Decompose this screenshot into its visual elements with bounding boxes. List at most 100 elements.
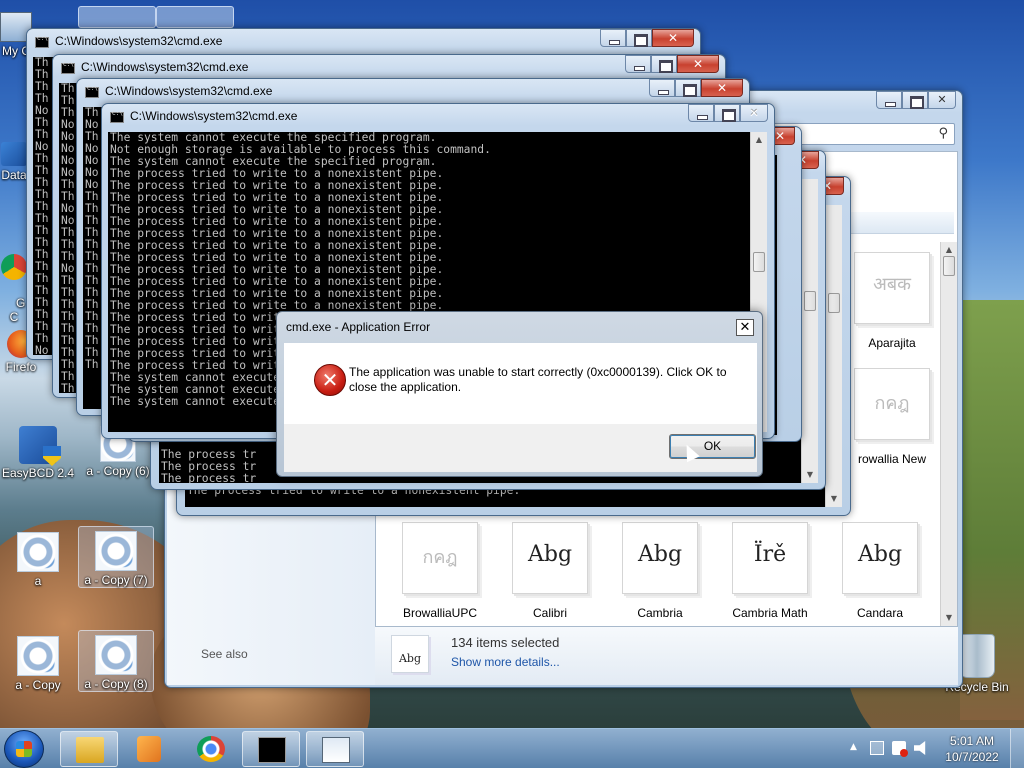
font-item-calibri[interactable]: Abg Calibri	[498, 516, 602, 626]
desktop-icon-a-copy[interactable]: a - Copy	[0, 632, 76, 692]
settings-file-icon	[17, 532, 59, 572]
close-button[interactable]: ✕	[740, 104, 768, 122]
chrome-icon	[197, 736, 225, 762]
font-name: Cambria Math	[732, 606, 808, 620]
network-icon[interactable]	[870, 741, 884, 755]
maximize-button[interactable]	[675, 79, 701, 97]
font-item-cambria-math[interactable]: Ïrě Cambria Math	[718, 516, 822, 626]
font-name: Aparajita	[868, 336, 916, 350]
scroll-down-arrow[interactable]: ▼	[941, 610, 957, 626]
search-icon: ⚲	[938, 126, 948, 141]
clock[interactable]: 5:01 AM 10/7/2022	[942, 733, 1002, 765]
cmd-icon	[35, 35, 49, 48]
desktop-icon-label: EasyBCD 2.4	[1, 466, 75, 480]
font-name: BrowalliaUPC	[402, 606, 478, 620]
taskbar: ▲ 5:01 AM 10/7/2022	[0, 728, 1024, 768]
font-sample: Abg	[857, 542, 903, 567]
window-title: C:\Windows\system32\cmd.exe	[105, 84, 273, 98]
dialog-body: ✕ The application was unable to start co…	[284, 343, 757, 424]
font-item-cambria[interactable]: Abg Cambria	[608, 516, 712, 626]
desktop-icon-a-copy-7[interactable]: a - Copy (7)	[78, 526, 154, 588]
scroll-thumb[interactable]	[804, 291, 816, 311]
tray-chevron-icon[interactable]: ▲	[850, 742, 857, 752]
font-name: Cambria	[637, 606, 683, 620]
taskbar-explorer[interactable]	[60, 731, 118, 767]
desktop-icon-partial[interactable]	[78, 6, 156, 28]
font-item-aparajita[interactable]: अबक Aparajita	[840, 246, 944, 356]
easybcd-icon	[19, 426, 57, 464]
taskbar-window[interactable]	[306, 731, 364, 767]
desktop-icon-label: Firefo	[5, 360, 37, 374]
start-button[interactable]	[4, 730, 44, 768]
window-controls: ✕	[688, 104, 768, 123]
system-tray: ▲ 5:01 AM 10/7/2022	[834, 729, 1024, 768]
minimize-button[interactable]	[625, 55, 651, 73]
error-message: The application was unable to start corr…	[349, 365, 727, 394]
scroll-thumb[interactable]	[828, 293, 840, 313]
maximize-button[interactable]	[626, 29, 652, 47]
close-button[interactable]	[701, 79, 743, 97]
font-name: rowallia New	[857, 452, 927, 466]
desktop-icon-label: a - Copy (8)	[84, 677, 148, 691]
error-icon: ✕	[314, 364, 346, 396]
font-item-browalliaupc[interactable]: กคฎ BrowalliaUPC	[388, 516, 492, 626]
window-controls	[600, 29, 694, 48]
scroll-down-arrow[interactable]: ▼	[802, 467, 818, 483]
maximize-button[interactable]	[902, 91, 928, 109]
dialog-close-button[interactable]: ✕	[736, 319, 754, 336]
close-button[interactable]	[652, 29, 694, 47]
font-item-candara[interactable]: Abg Candara	[828, 516, 932, 626]
taskbar-cmd[interactable]	[242, 731, 300, 767]
desktop-icon-partial[interactable]	[156, 6, 234, 28]
font-sample: กคฎ	[874, 393, 910, 414]
close-button[interactable]	[677, 55, 719, 73]
console-scrollbar[interactable]: ▼	[825, 205, 842, 507]
media-player-icon	[137, 736, 161, 762]
cmd-icon	[85, 85, 99, 98]
console-scrollbar[interactable]: ▼	[801, 179, 818, 483]
font-preview-thumbnail: Abg	[391, 635, 429, 673]
taskbar-chrome[interactable]	[182, 731, 240, 767]
close-button[interactable]: ✕	[928, 91, 956, 109]
action-center-icon[interactable]	[892, 741, 908, 757]
show-desktop-button[interactable]	[1010, 729, 1024, 768]
close-icon: ✕	[739, 320, 751, 335]
warning-badge	[900, 749, 908, 757]
desktop: My C Data G C Firefo EasyBCD 2.4 a - Cop…	[0, 0, 1024, 728]
taskbar-media-player[interactable]	[120, 731, 178, 767]
font-name: Candara	[856, 606, 904, 620]
desktop-icon-label: G C	[9, 296, 26, 324]
font-name: Calibri	[532, 606, 567, 620]
maximize-button[interactable]	[651, 55, 677, 73]
scroll-down-arrow[interactable]: ▼	[826, 491, 842, 507]
scroll-thumb[interactable]	[753, 252, 765, 272]
console-lines: The process tr The process tr The proces…	[161, 448, 257, 484]
clock-date: 10/7/2022	[945, 750, 999, 764]
minimize-button[interactable]	[876, 91, 902, 109]
window-title: C:\Windows\system32\cmd.exe	[81, 60, 249, 74]
minimize-button[interactable]	[649, 79, 675, 97]
desktop-icon-easybcd[interactable]: EasyBCD 2.4	[0, 422, 76, 480]
window-controls	[649, 79, 743, 98]
scroll-up-arrow[interactable]: ▲	[751, 132, 767, 148]
minimize-button[interactable]	[688, 104, 714, 122]
show-more-details-link[interactable]: Show more details...	[451, 655, 560, 669]
shortcut-icon	[1, 142, 27, 166]
titlebar[interactable]: C:\Windows\system32\cmd.exe	[102, 104, 774, 130]
desktop-icon-label: a - Copy	[15, 678, 61, 692]
settings-file-icon	[95, 531, 137, 571]
close-icon: ✕	[937, 93, 947, 106]
desktop-icon-a-copy-8[interactable]: a - Copy (8)	[78, 630, 154, 692]
dialog-title: cmd.exe - Application Error	[286, 320, 431, 334]
chrome-icon	[1, 254, 27, 280]
font-item-browallia-new[interactable]: กคฎ rowallia New	[840, 362, 944, 472]
volume-icon[interactable]	[914, 741, 926, 755]
scroll-thumb[interactable]	[943, 256, 955, 276]
minimize-button[interactable]	[600, 29, 626, 47]
desktop-icon-a[interactable]: a	[0, 528, 76, 588]
desktop-icon-label: a	[34, 574, 42, 588]
cmd-icon	[61, 61, 75, 74]
font-sample: Abg	[527, 542, 573, 567]
maximize-button[interactable]	[714, 104, 740, 122]
desktop-icon-label: Data	[1, 168, 27, 182]
